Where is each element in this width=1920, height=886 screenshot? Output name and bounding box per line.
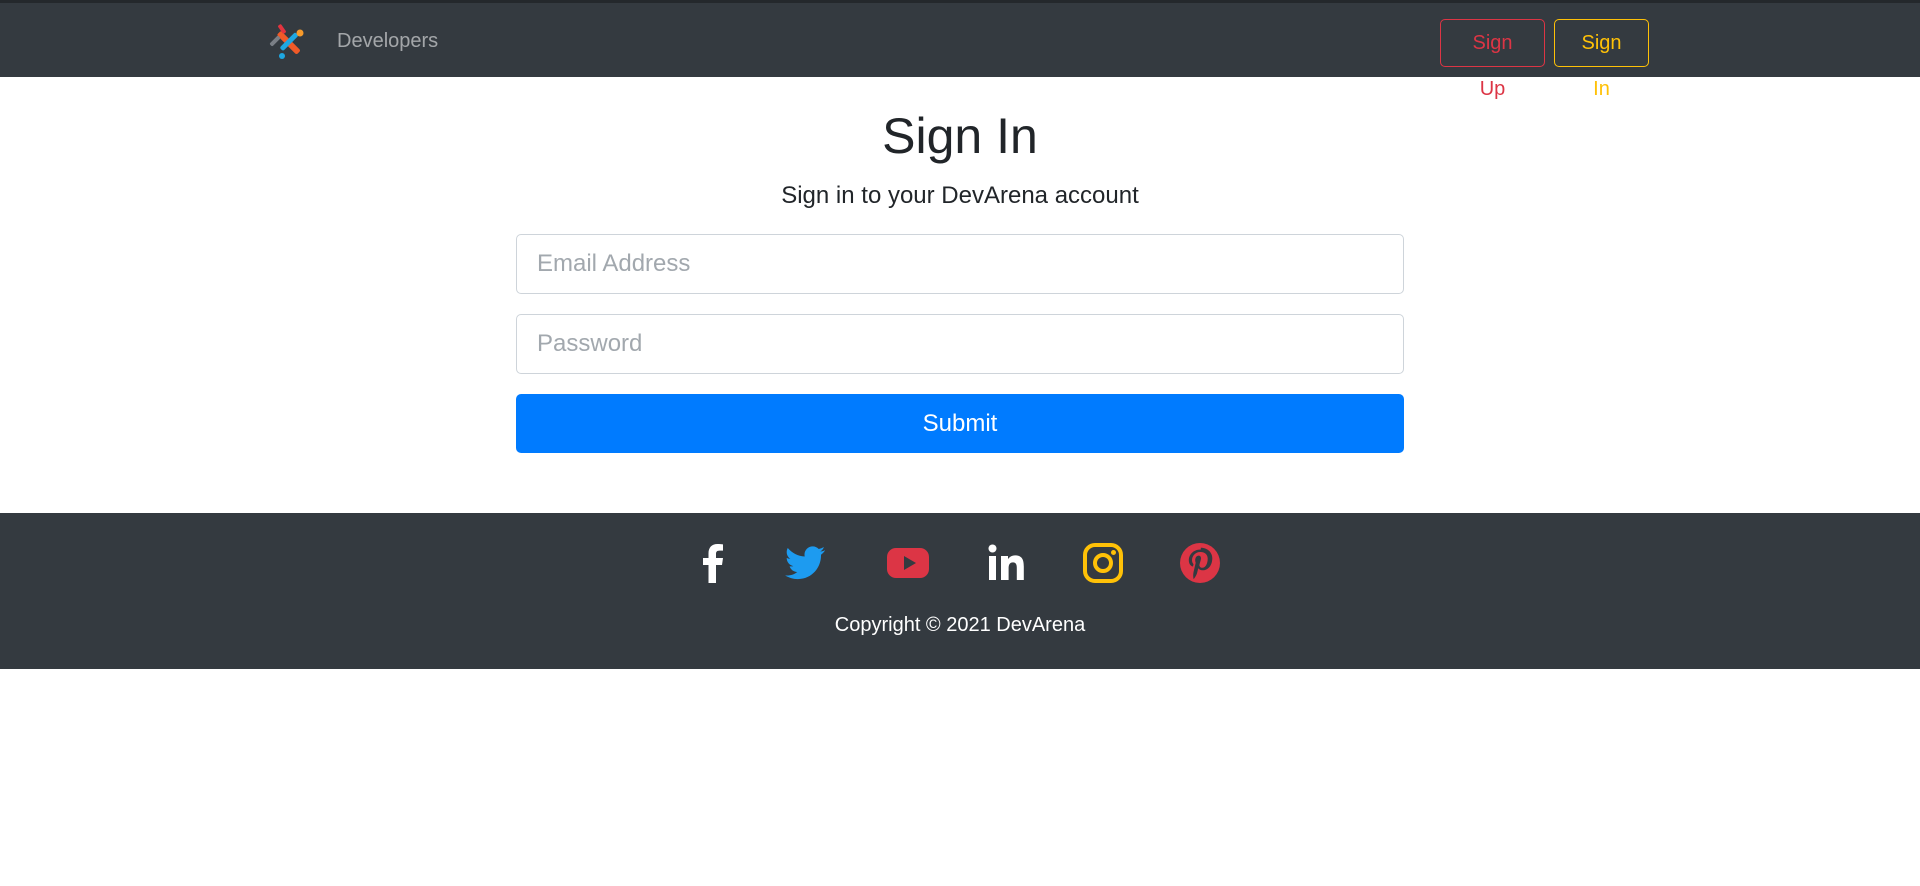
youtube-icon[interactable] <box>884 539 932 587</box>
linkedin-icon[interactable] <box>983 539 1031 587</box>
pinterest-icon[interactable] <box>1176 539 1224 587</box>
twitter-icon[interactable] <box>781 539 829 587</box>
sign-in-button[interactable]: Sign In <box>1554 19 1649 100</box>
instagram-icon[interactable] <box>1079 539 1127 587</box>
facebook-icon[interactable] <box>689 539 737 587</box>
page-title: Sign In <box>882 108 1038 164</box>
nav-link-developers[interactable]: Developers <box>337 29 438 53</box>
email-field[interactable] <box>516 234 1404 294</box>
password-field[interactable] <box>516 314 1404 374</box>
copyright-text: Copyright © 2021 DevArena <box>834 614 1086 636</box>
page-subtitle: Sign in to your DevArena account <box>781 182 1139 209</box>
submit-button[interactable]: Submit <box>516 394 1404 453</box>
navbar: Developers Sign Up Sign In <box>0 0 1920 100</box>
sign-up-button[interactable]: Sign Up <box>1440 19 1545 100</box>
crossed-tools-logo-icon[interactable] <box>266 20 310 64</box>
footer: Copyright © 2021 DevArena <box>0 513 1920 669</box>
